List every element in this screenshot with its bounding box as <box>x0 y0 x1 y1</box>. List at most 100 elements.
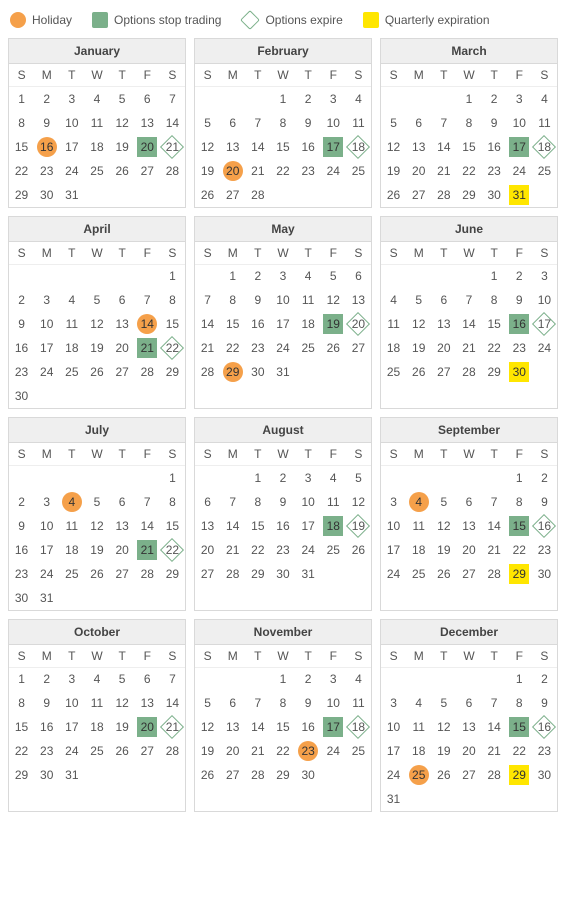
day-cell: 9 <box>9 514 34 538</box>
empty-cell <box>346 763 371 787</box>
weekday-header: W <box>456 242 481 265</box>
weekday-header: F <box>135 443 160 466</box>
day-cell: 26 <box>195 183 220 207</box>
day-cell: 9 <box>482 111 507 135</box>
day-cell: 25 <box>346 739 371 763</box>
empty-cell <box>110 183 135 207</box>
day-cell: 7 <box>245 691 270 715</box>
day-cell: 6 <box>135 87 160 111</box>
empty-cell <box>59 466 84 490</box>
day-cell: 14 <box>135 312 160 336</box>
day-cell: 26 <box>431 562 456 586</box>
day-cell: 18 <box>84 135 109 159</box>
weekday-header: S <box>160 64 185 87</box>
day-cell: 11 <box>406 514 431 538</box>
empty-cell <box>220 87 245 111</box>
day-cell: 27 <box>220 183 245 207</box>
day-cell: 13 <box>110 514 135 538</box>
day-cell: 11 <box>84 111 109 135</box>
weekday-header: M <box>406 645 431 668</box>
month-october: OctoberSMTWTFS12345678910111213141516171… <box>8 619 186 813</box>
empty-cell <box>532 183 557 207</box>
calendar-table: SMTWTFS123456789101112131415161718192021… <box>9 64 185 207</box>
day-cell: 11 <box>59 312 84 336</box>
day-cell: 18 <box>321 514 346 538</box>
day-cell: 29 <box>507 763 532 787</box>
day-cell: 7 <box>160 87 185 111</box>
year-grid: JanuarySMTWTFS12345678910111213141516171… <box>8 38 558 812</box>
empty-cell <box>59 384 84 408</box>
weekday-header: M <box>34 64 59 87</box>
month-header: December <box>381 620 557 645</box>
day-cell: 9 <box>296 111 321 135</box>
empty-cell <box>456 667 481 691</box>
day-cell: 12 <box>431 514 456 538</box>
weekday-header: T <box>296 645 321 668</box>
weekday-header: T <box>245 242 270 265</box>
day-cell: 1 <box>9 87 34 111</box>
day-cell: 18 <box>381 336 406 360</box>
day-cell: 10 <box>34 514 59 538</box>
empty-cell <box>482 787 507 811</box>
empty-cell <box>507 787 532 811</box>
day-cell: 2 <box>482 87 507 111</box>
day-cell: 15 <box>270 135 295 159</box>
day-cell: 13 <box>220 715 245 739</box>
weekday-header: T <box>482 645 507 668</box>
empty-cell <box>84 466 109 490</box>
day-cell: 2 <box>296 87 321 111</box>
day-cell: 25 <box>381 360 406 384</box>
day-cell: 2 <box>34 87 59 111</box>
day-cell: 30 <box>245 360 270 384</box>
legend-stop-label: Options stop trading <box>114 13 221 27</box>
day-cell: 9 <box>34 691 59 715</box>
empty-cell <box>431 787 456 811</box>
day-cell: 12 <box>195 135 220 159</box>
empty-cell <box>160 183 185 207</box>
calendar-table: SMTWTFS123456789101112131415161718192021… <box>195 645 371 788</box>
weekday-header: S <box>9 64 34 87</box>
weekday-header: S <box>346 242 371 265</box>
day-cell: 22 <box>507 739 532 763</box>
day-cell: 24 <box>34 360 59 384</box>
day-cell: 25 <box>532 159 557 183</box>
day-cell: 5 <box>110 87 135 111</box>
day-cell: 8 <box>507 691 532 715</box>
day-cell: 15 <box>507 514 532 538</box>
empty-cell <box>456 466 481 490</box>
day-cell: 4 <box>406 490 431 514</box>
day-cell: 8 <box>220 288 245 312</box>
weekday-header: F <box>321 645 346 668</box>
month-header: September <box>381 418 557 443</box>
weekday-header: F <box>507 242 532 265</box>
empty-cell <box>245 667 270 691</box>
weekday-header: S <box>195 645 220 668</box>
calendar-table: SMTWTFS123456789101112131415161718192021… <box>381 64 557 207</box>
day-cell: 11 <box>59 514 84 538</box>
day-cell: 24 <box>34 562 59 586</box>
day-cell: 8 <box>9 111 34 135</box>
day-cell: 24 <box>296 538 321 562</box>
weekday-header: T <box>245 443 270 466</box>
empty-cell <box>296 183 321 207</box>
weekday-header: F <box>507 64 532 87</box>
day-cell: 20 <box>110 336 135 360</box>
day-cell: 17 <box>321 135 346 159</box>
day-cell: 21 <box>220 538 245 562</box>
day-cell: 14 <box>160 111 185 135</box>
day-cell: 3 <box>507 87 532 111</box>
weekday-header: W <box>84 64 109 87</box>
day-cell: 23 <box>482 159 507 183</box>
day-cell: 26 <box>346 538 371 562</box>
day-cell: 28 <box>135 562 160 586</box>
day-cell: 29 <box>245 562 270 586</box>
day-cell: 27 <box>135 739 160 763</box>
empty-cell <box>456 264 481 288</box>
empty-cell <box>195 264 220 288</box>
day-cell: 19 <box>346 514 371 538</box>
calendar-table: SMTWTFS123456789101112131415161718192021… <box>381 242 557 385</box>
day-cell: 29 <box>507 562 532 586</box>
empty-cell <box>84 384 109 408</box>
day-cell: 28 <box>160 159 185 183</box>
day-cell: 9 <box>532 691 557 715</box>
